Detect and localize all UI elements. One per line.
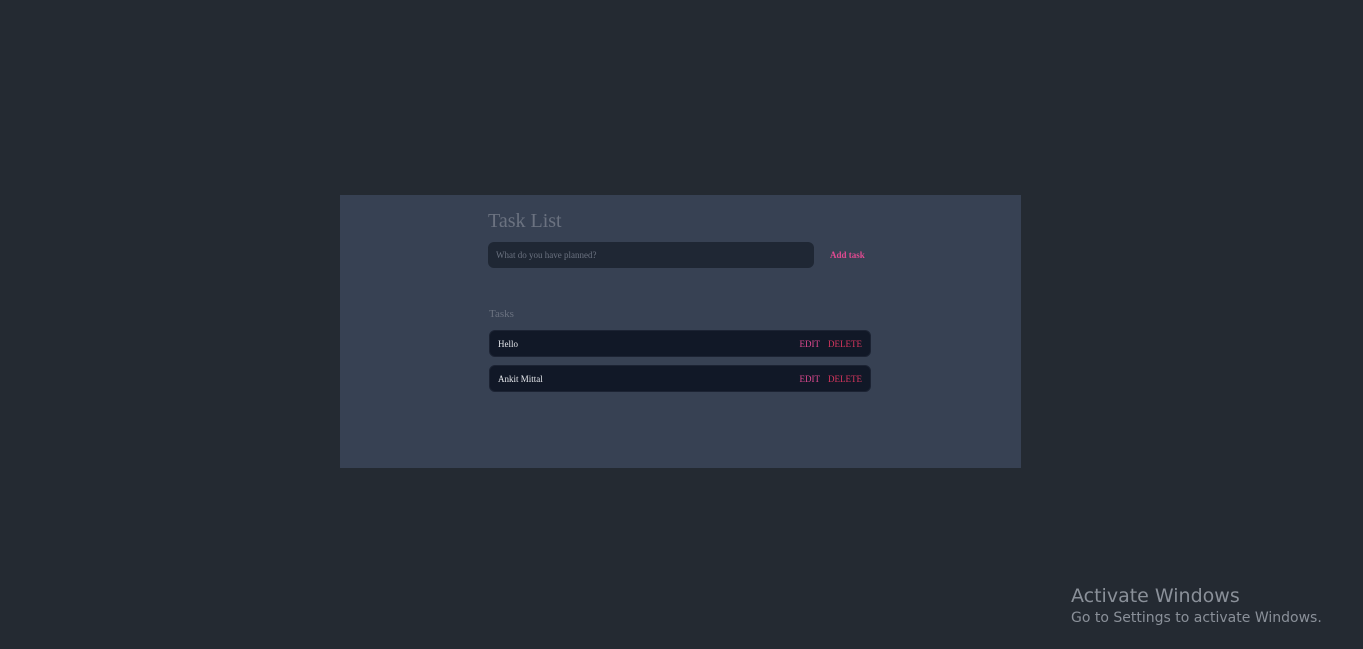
page-title: Task List — [488, 210, 562, 232]
task-actions: EDIT DELETE — [800, 374, 863, 384]
tasks-section-title: Tasks — [489, 308, 514, 320]
task-list: Hello EDIT DELETE Ankit Mittal EDIT DELE… — [489, 330, 871, 400]
watermark-title: Activate Windows — [1071, 585, 1240, 607]
delete-task-button[interactable]: DELETE — [828, 339, 862, 349]
edit-task-button[interactable]: EDIT — [800, 339, 821, 349]
task-app-panel: Task List Add task Tasks Hello EDIT DELE… — [340, 195, 1021, 468]
windows-activation-watermark: Activate Windows Go to Settings to activ… — [1071, 584, 1322, 628]
task-text: Hello — [498, 338, 518, 349]
desktop-screen: Task List Add task Tasks Hello EDIT DELE… — [0, 0, 1363, 649]
task-item: Ankit Mittal EDIT DELETE — [489, 365, 871, 392]
watermark-subtitle: Go to Settings to activate Windows. — [1071, 610, 1322, 626]
new-task-input[interactable] — [488, 242, 814, 268]
add-task-button[interactable]: Add task — [822, 248, 873, 262]
delete-task-button[interactable]: DELETE — [828, 374, 862, 384]
task-actions: EDIT DELETE — [800, 339, 863, 349]
edit-task-button[interactable]: EDIT — [800, 374, 821, 384]
task-item: Hello EDIT DELETE — [489, 330, 871, 357]
task-text: Ankit Mittal — [498, 373, 543, 384]
